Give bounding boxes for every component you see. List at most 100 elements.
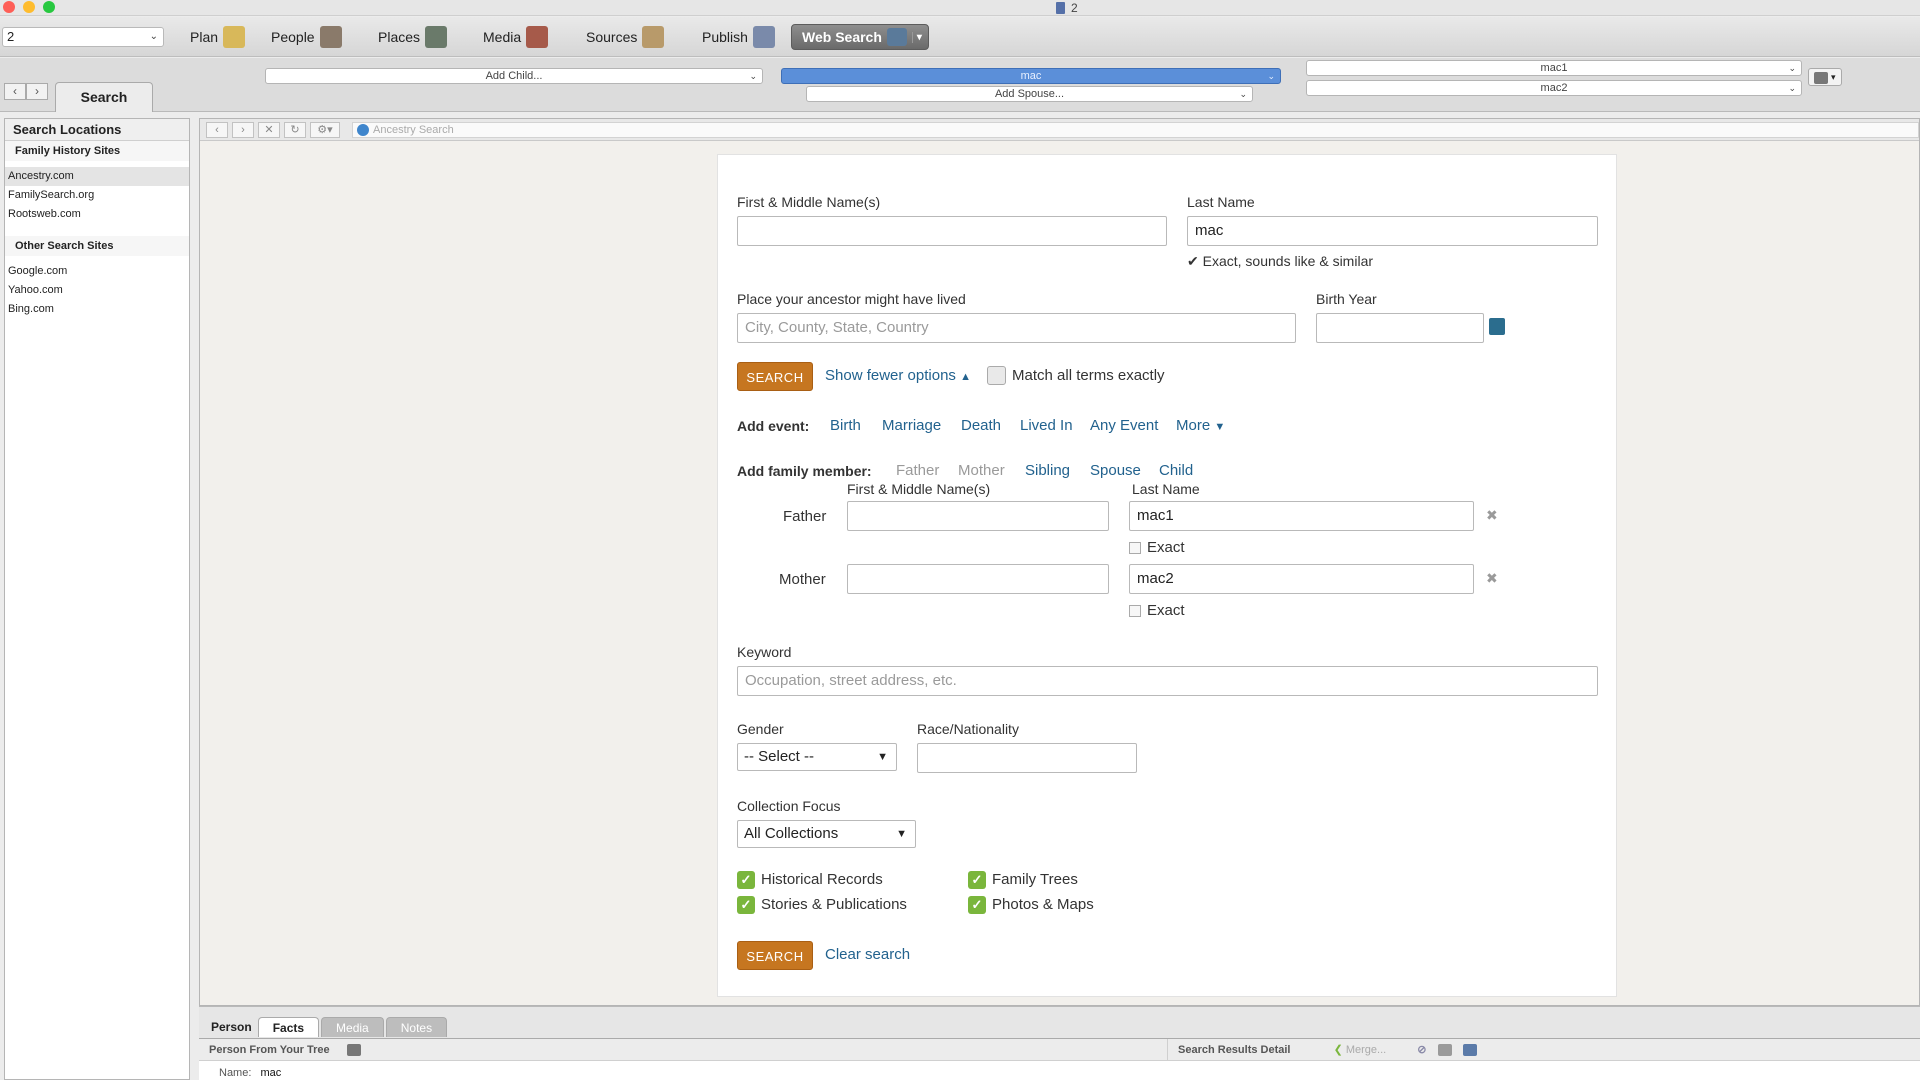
tab-person[interactable]: Person	[207, 1017, 256, 1037]
family-view-button[interactable]: ▾	[1808, 68, 1842, 86]
sources-button[interactable]: Sources	[586, 24, 665, 50]
selected-person-combo[interactable]: mac ⌄	[781, 68, 1281, 84]
tab-facts[interactable]: Facts	[257, 1017, 320, 1037]
tab-notes[interactable]: Notes	[385, 1017, 448, 1037]
event-more-link[interactable]: More ▼	[1176, 417, 1225, 434]
back-arrow-icon[interactable]: ‹	[4, 83, 26, 100]
match-exact-checkbox[interactable]	[987, 366, 1006, 385]
first-name-label: First & Middle Name(s)	[737, 194, 881, 210]
sidebar-item-familysearch[interactable]: FamilySearch.org	[5, 186, 189, 205]
gender-select[interactable]: -- Select -- ▼	[737, 743, 897, 771]
sidebar-item-google[interactable]: Google.com	[5, 262, 189, 281]
plan-button[interactable]: Plan	[190, 24, 246, 50]
name-label: Name:	[219, 1067, 252, 1079]
chevron-down-icon: ⌄	[1788, 83, 1796, 93]
search-button[interactable]: SEARCH	[737, 362, 813, 391]
check-icon: ✔	[1187, 253, 1199, 269]
race-input[interactable]	[917, 743, 1137, 773]
historical-records-checkbox[interactable]: ✓	[737, 871, 755, 889]
father-last-input[interactable]: mac1	[1129, 501, 1474, 531]
add-spouse-combo[interactable]: Add Spouse... ⌄	[806, 86, 1253, 102]
bottom-tabs: Person Facts Media Notes	[207, 1017, 448, 1037]
historical-records-label: Historical Records	[761, 871, 883, 888]
event-birth-link[interactable]: Birth	[830, 417, 861, 434]
family-mother-link[interactable]: Mother	[958, 462, 1005, 479]
family-spouse-link[interactable]: Spouse	[1090, 462, 1141, 479]
merge-button[interactable]: ❮ Merge...	[1334, 1044, 1390, 1056]
father-first-input[interactable]	[847, 501, 1109, 531]
event-death-link[interactable]: Death	[961, 417, 1001, 434]
mother-exact-checkbox[interactable]	[1129, 605, 1141, 617]
web-search-label: Web Search	[802, 29, 882, 45]
birth-year-input[interactable]	[1316, 313, 1484, 343]
sidebar-group-family-history: Family History Sites	[5, 141, 189, 161]
places-label: Places	[378, 29, 421, 45]
sidebar-item-yahoo[interactable]: Yahoo.com	[5, 281, 189, 300]
dropdown-triangle-icon: ▼	[877, 751, 888, 763]
race-label: Race/Nationality	[917, 721, 1019, 737]
search-button-bottom[interactable]: SEARCH	[737, 941, 813, 970]
search-tab[interactable]: Search	[55, 82, 153, 112]
mother-first-input[interactable]	[847, 564, 1109, 594]
remove-father-icon[interactable]: ✖	[1486, 507, 1498, 524]
chevron-down-icon[interactable]: ▾	[911, 31, 922, 43]
show-fewer-options-link[interactable]: Show fewer options ▲	[825, 367, 971, 384]
remove-mother-icon[interactable]: ✖	[1486, 570, 1498, 587]
show-fewer-text: Show fewer options	[825, 367, 956, 384]
forward-arrow-icon[interactable]: ›	[26, 83, 48, 100]
mother-combo[interactable]: mac2 ⌄	[1306, 80, 1802, 96]
person-card-icon[interactable]	[346, 1044, 361, 1057]
publish-button[interactable]: Publish	[702, 24, 775, 50]
place-input[interactable]: City, County, State, Country	[737, 313, 1296, 343]
sidebar-item-rootsweb[interactable]: Rootsweb.com	[5, 205, 189, 224]
tree-select[interactable]: 2 ⌄	[2, 27, 164, 47]
address-bar[interactable]: Ancestry Search	[352, 121, 1919, 138]
event-marriage-link[interactable]: Marriage	[882, 417, 941, 434]
stories-publications-checkbox[interactable]: ✓	[737, 896, 755, 914]
browser-forward-icon[interactable]: ›	[232, 121, 254, 138]
zoom-window-button[interactable]	[43, 1, 55, 13]
family-trees-label: Family Trees	[992, 871, 1078, 888]
chevron-down-icon: ▼	[1214, 421, 1226, 433]
media-label: Media	[483, 29, 522, 45]
details-icon[interactable]	[1462, 1044, 1477, 1057]
collection-focus-select[interactable]: All Collections ▼	[737, 820, 916, 848]
event-lived-in-link[interactable]: Lived In	[1020, 417, 1073, 434]
close-window-button[interactable]	[3, 1, 15, 13]
chevron-down-icon: ⌄	[749, 71, 757, 81]
family-father-link[interactable]: Father	[896, 462, 939, 479]
browser-stop-icon[interactable]: ✕	[258, 121, 280, 138]
family-child-link[interactable]: Child	[1159, 462, 1193, 479]
father-exact-checkbox[interactable]	[1129, 542, 1141, 554]
mother-last-input[interactable]: mac2	[1129, 564, 1474, 594]
browser-back-icon[interactable]: ‹	[206, 121, 228, 138]
places-button[interactable]: Places	[378, 24, 448, 50]
event-any-link[interactable]: Any Event	[1090, 417, 1158, 434]
browser-reload-icon[interactable]: ↻	[284, 121, 306, 138]
sidebar-item-ancestry[interactable]: Ancestry.com	[5, 167, 189, 186]
ignore-icon[interactable]: ⊘	[1417, 1044, 1426, 1056]
gender-label: Gender	[737, 721, 784, 737]
photos-maps-checkbox[interactable]: ✓	[968, 896, 986, 914]
tab-media[interactable]: Media	[321, 1017, 384, 1037]
father-combo[interactable]: mac1 ⌄	[1306, 60, 1802, 76]
minimize-window-button[interactable]	[23, 1, 35, 13]
exact-note[interactable]: ✔ Exact, sounds like & similar	[1187, 253, 1373, 270]
web-search-button[interactable]: Web Search ▾	[791, 24, 929, 50]
exact-note-text: Exact, sounds like & similar	[1202, 253, 1374, 269]
media-button[interactable]: Media	[483, 24, 549, 50]
sources-icon	[642, 26, 665, 48]
copy-icon[interactable]	[1437, 1044, 1452, 1057]
people-button[interactable]: People	[271, 24, 342, 50]
calculator-icon[interactable]	[1489, 318, 1505, 335]
first-name-input[interactable]	[737, 216, 1167, 246]
family-trees-checkbox[interactable]: ✓	[968, 871, 986, 889]
father-label: Father	[783, 508, 827, 525]
gear-icon[interactable]: ⚙▾	[310, 121, 340, 138]
keyword-input[interactable]: Occupation, street address, etc.	[737, 666, 1598, 696]
add-child-combo[interactable]: Add Child... ⌄	[265, 68, 763, 84]
last-name-input[interactable]: mac	[1187, 216, 1598, 246]
family-sibling-link[interactable]: Sibling	[1025, 462, 1070, 479]
clear-search-link[interactable]: Clear search	[825, 946, 910, 963]
sidebar-item-bing[interactable]: Bing.com	[5, 300, 189, 319]
